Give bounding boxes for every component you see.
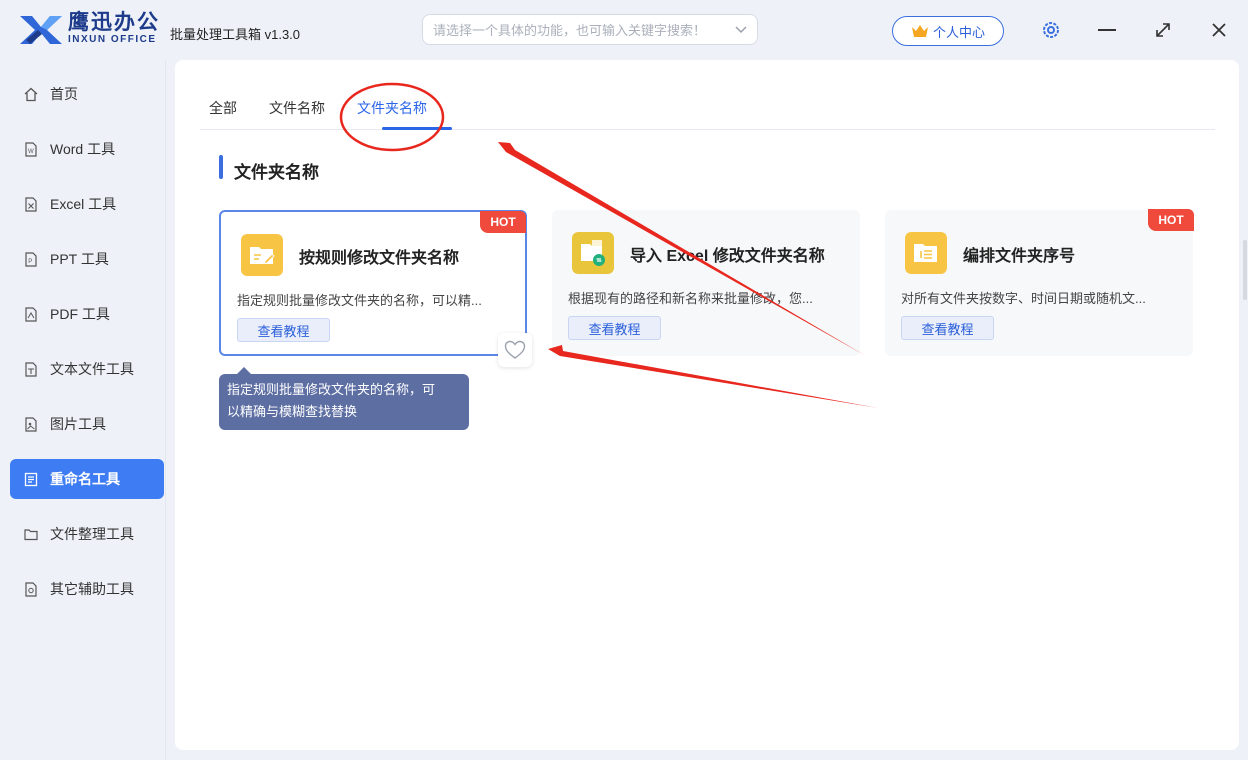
crown-icon	[911, 25, 928, 37]
hot-badge: HOT	[1148, 209, 1194, 231]
maximize-icon[interactable]	[1153, 20, 1173, 40]
sidebar-item-label: 文件整理工具	[50, 526, 134, 542]
folder-edit-icon	[241, 234, 283, 276]
pdf-file-icon	[25, 306, 37, 322]
tab-bar: 全部 文件名称 文件夹名称	[200, 60, 1215, 130]
rename-icon	[24, 472, 38, 486]
home-icon	[24, 87, 38, 101]
sidebar-item-label: 其它辅助工具	[50, 581, 134, 597]
folder-icon	[24, 528, 38, 540]
view-tutorial-button[interactable]: 查看教程	[237, 318, 330, 342]
user-center-button[interactable]: 个人中心	[892, 16, 1004, 46]
card-description: 指定规则批量修改文件夹的名称，可以精...	[237, 293, 482, 308]
tool-card-excel-rename-folder[interactable]: 导入 Excel 修改文件夹名称 根据现有的路径和新名称来批量修改，您... 查…	[552, 210, 860, 356]
brand-name-en: INXUN OFFICE	[68, 34, 157, 45]
sidebar-item-label: 文本文件工具	[50, 361, 134, 377]
minimize-icon[interactable]	[1098, 29, 1116, 31]
card-description: 根据现有的路径和新名称来批量修改，您...	[568, 291, 813, 306]
sidebar-item-word[interactable]: W Word 工具	[10, 129, 164, 169]
sidebar-item-excel[interactable]: Excel 工具	[10, 184, 164, 224]
sidebar-item-text[interactable]: 文本文件工具	[10, 349, 164, 389]
sidebar-item-label: PDF 工具	[50, 306, 110, 322]
app-title: 批量处理工具箱 v1.3.0	[170, 27, 301, 42]
tooltip-line: 以精确与模糊查找替换	[227, 404, 358, 419]
chevron-down-icon[interactable]	[735, 23, 747, 37]
sidebar-item-other-tools[interactable]: 其它辅助工具	[10, 569, 164, 609]
hot-badge: HOT	[480, 211, 526, 233]
tab-all[interactable]: 全部	[209, 98, 237, 118]
section-title: 文件夹名称	[234, 163, 319, 182]
sidebar-item-label: 首页	[50, 86, 78, 102]
tab-file-name[interactable]: 文件名称	[269, 98, 325, 118]
search-input[interactable]: 请选择一个具体的功能，也可输入关键字搜索！	[422, 14, 758, 45]
word-file-icon: W	[25, 141, 37, 157]
sidebar-item-rename[interactable]: 重命名工具	[10, 459, 164, 499]
folder-number-icon	[905, 232, 947, 274]
card-title: 编排文件夹序号	[963, 248, 1076, 265]
main-panel: 全部 文件名称 文件夹名称 文件夹名称 按规则修改文件夹名称 指定规则批量修改文…	[175, 60, 1239, 750]
brand-name: 鹰迅办公	[68, 11, 160, 34]
svg-text:P: P	[28, 259, 32, 265]
title-bar: 鹰迅办公 INXUN OFFICE 批量处理工具箱 v1.3.0 请选择一个具体…	[0, 0, 1248, 60]
tab-folder-name[interactable]: 文件夹名称	[357, 98, 427, 118]
ppt-file-icon: P	[25, 251, 37, 267]
view-tutorial-button[interactable]: 查看教程	[568, 316, 661, 340]
favorite-button[interactable]	[498, 333, 532, 367]
scrollbar-thumb[interactable]	[1243, 240, 1247, 300]
excel-file-icon	[25, 196, 37, 212]
tool-card-rule-rename-folder[interactable]: 按规则修改文件夹名称 指定规则批量修改文件夹的名称，可以精... 查看教程 HO…	[219, 210, 527, 356]
sidebar-item-label: PPT 工具	[50, 251, 109, 267]
gear-icon[interactable]	[1040, 19, 1062, 41]
inxun-logo-icon	[20, 16, 62, 44]
search-placeholder: 请选择一个具体的功能，也可输入关键字搜索！	[433, 23, 707, 38]
sidebar-item-home[interactable]: 首页	[10, 74, 164, 114]
sidebar-item-label: Word 工具	[50, 141, 116, 157]
tooltip-line: 指定规则批量修改文件夹的名称，可	[227, 382, 436, 397]
section-marker	[219, 155, 223, 179]
tool-card-folder-numbering[interactable]: 编排文件夹序号 对所有文件夹按数字、时间日期或随机文... 查看教程 HOT	[885, 209, 1194, 356]
user-center-label: 个人中心	[932, 24, 985, 40]
sidebar-item-label: 重命名工具	[50, 471, 120, 487]
svg-text:W: W	[28, 149, 34, 155]
sidebar-item-pdf[interactable]: PDF 工具	[10, 294, 164, 334]
active-tab-indicator	[382, 127, 452, 130]
sidebar-item-file-organize[interactable]: 文件整理工具	[10, 514, 164, 554]
tools-icon	[25, 581, 37, 597]
card-tooltip: 指定规则批量修改文件夹的名称，可 以精确与模糊查找替换	[219, 367, 469, 430]
card-description: 对所有文件夹按数字、时间日期或随机文...	[901, 291, 1146, 306]
sidebar: 首页 W Word 工具 Excel 工具 P PPT 工具 PDF 工具 文本…	[0, 60, 166, 760]
card-title: 按规则修改文件夹名称	[299, 250, 460, 267]
sidebar-item-label: Excel 工具	[50, 196, 117, 212]
heart-icon	[504, 340, 526, 359]
brand: 鹰迅办公 INXUN OFFICE	[68, 12, 160, 46]
image-file-icon	[25, 416, 37, 432]
close-icon[interactable]	[1209, 20, 1229, 40]
folder-excel-icon	[572, 232, 614, 274]
card-title: 导入 Excel 修改文件夹名称	[630, 248, 825, 265]
text-file-icon	[25, 361, 37, 377]
sidebar-item-image[interactable]: 图片工具	[10, 404, 164, 444]
sidebar-item-label: 图片工具	[50, 416, 106, 432]
sidebar-item-ppt[interactable]: P PPT 工具	[10, 239, 164, 279]
view-tutorial-button[interactable]: 查看教程	[901, 316, 994, 340]
